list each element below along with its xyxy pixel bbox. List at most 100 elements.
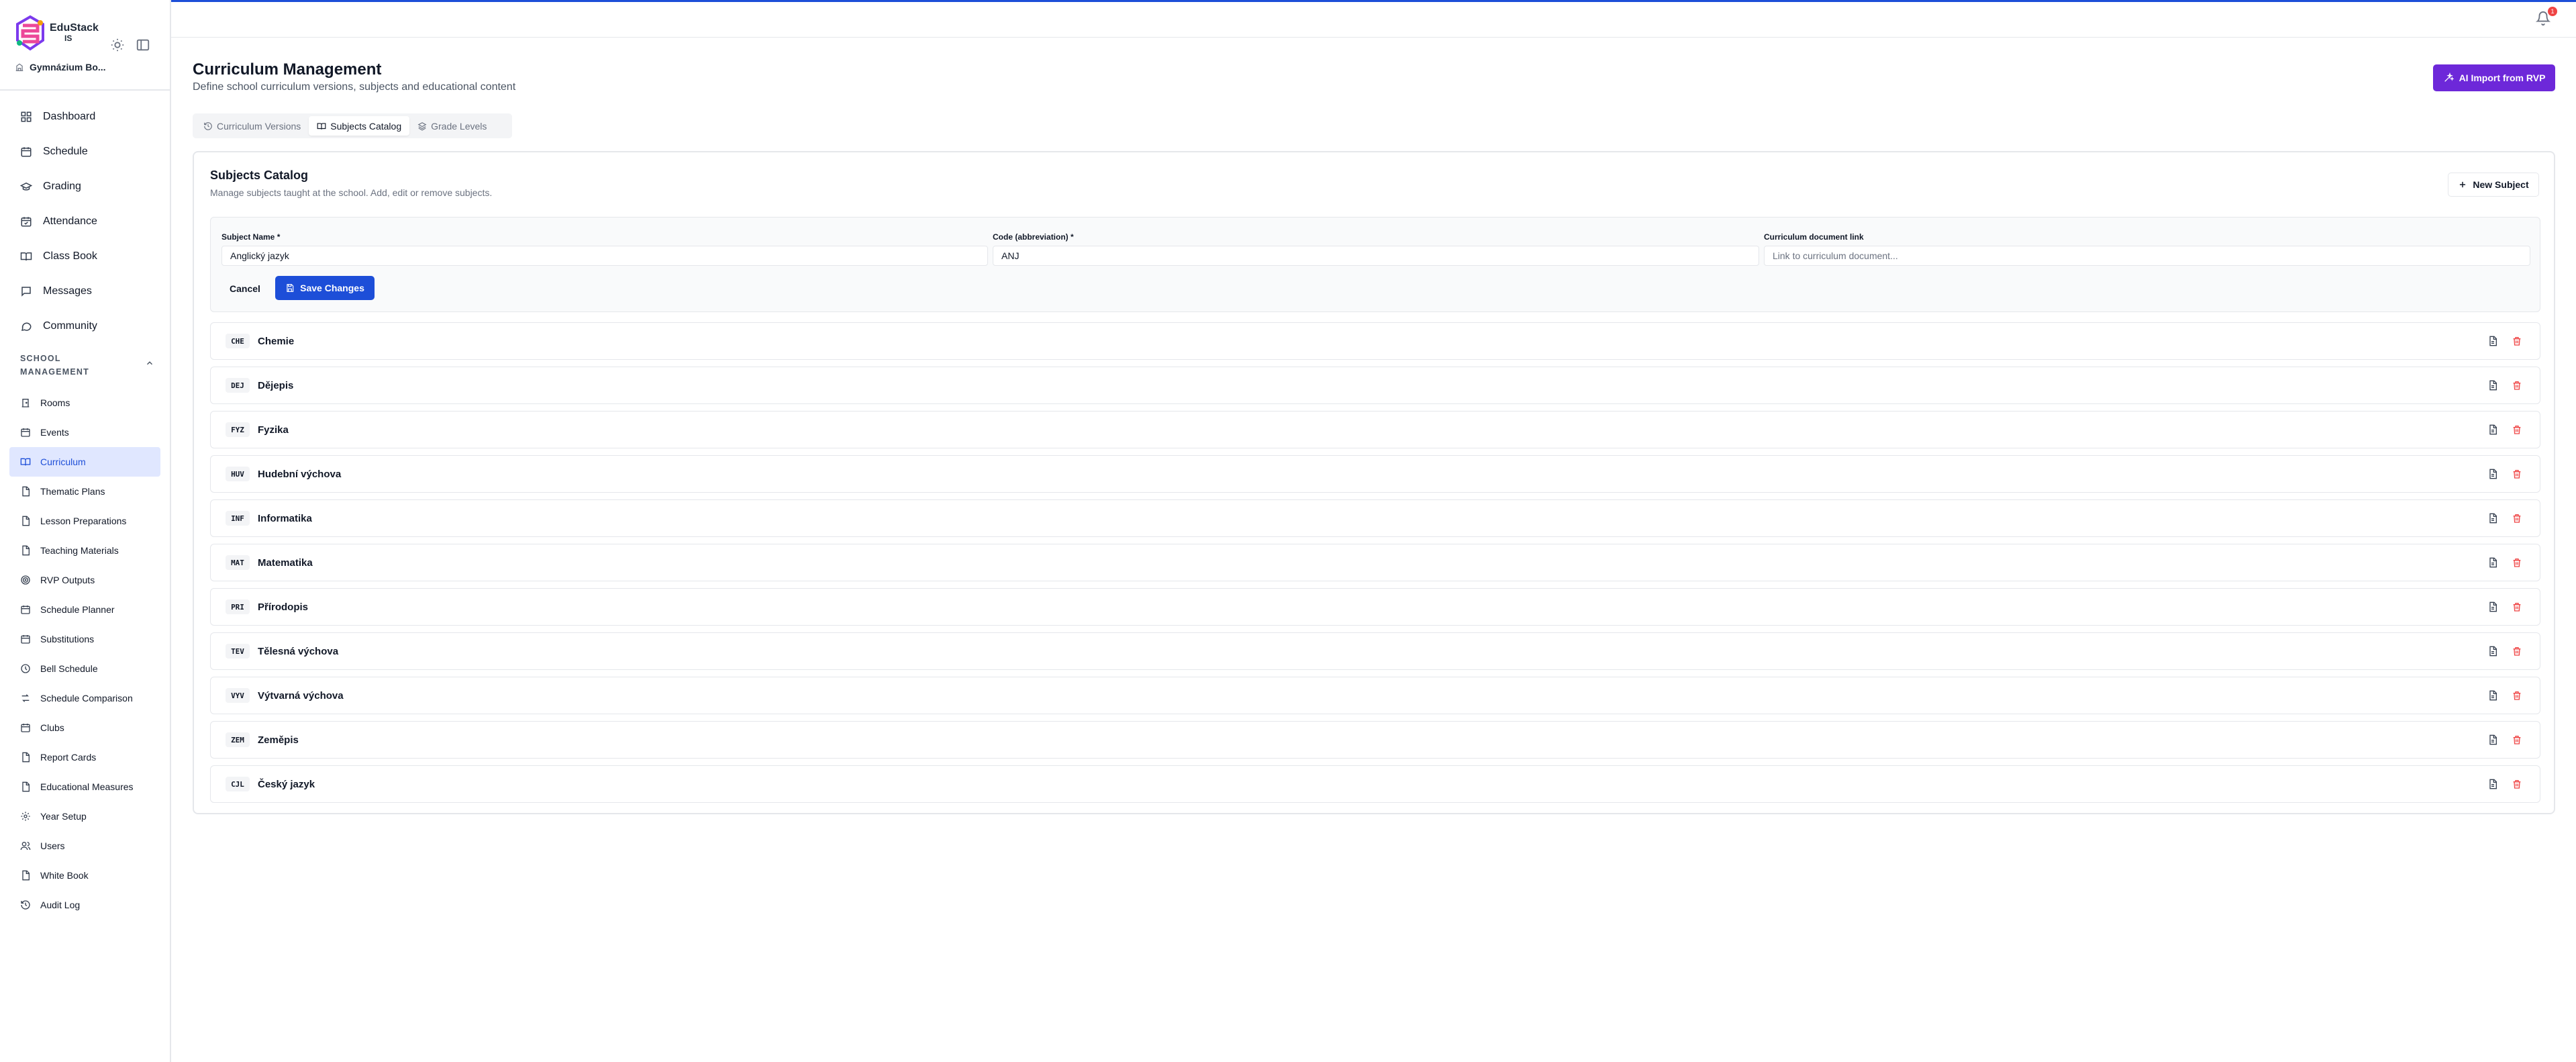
file-icon: [22, 516, 30, 526]
nav-item-bell-schedule[interactable]: Bell Schedule: [9, 654, 160, 683]
trash-icon[interactable]: [2512, 513, 2522, 524]
subject-code-badge: FYZ: [226, 422, 250, 437]
nav-item-year-setup[interactable]: Year Setup: [9, 802, 160, 831]
trash-icon[interactable]: [2512, 779, 2522, 789]
nav-item-label: Schedule Comparison: [40, 693, 133, 704]
nav-item-label: RVP Outputs: [40, 575, 95, 585]
file-icon: [22, 781, 30, 792]
nav-item-schedule-comparison[interactable]: Schedule Comparison: [9, 683, 160, 713]
subject-name-input[interactable]: Anglický jazyk: [221, 246, 988, 266]
curriculum-link-label: Curriculum document link: [1764, 232, 1864, 242]
nav-item-users[interactable]: Users: [9, 831, 160, 861]
catalog-title: Subjects Catalog: [210, 168, 309, 182]
nav-item-label: White Book: [40, 870, 89, 881]
nav-item-label: Curriculum: [40, 456, 86, 467]
subject-row[interactable]: HUV Hudební výchova: [210, 455, 2540, 493]
document-icon[interactable]: [2487, 336, 2498, 346]
nav-item-messages[interactable]: Messages: [9, 274, 160, 309]
nav-item-lesson-preparations[interactable]: Lesson Preparations: [9, 506, 160, 536]
document-icon[interactable]: [2487, 557, 2498, 568]
calendar-icon: [21, 147, 32, 157]
trash-icon[interactable]: [2512, 380, 2522, 391]
document-icon[interactable]: [2487, 779, 2498, 789]
nav-item-rvp-outputs[interactable]: RVP Outputs: [9, 565, 160, 595]
tab-curriculum-versions[interactable]: Curriculum Versions: [195, 116, 309, 136]
nav-item-report-cards[interactable]: Report Cards: [9, 742, 160, 772]
subject-row[interactable]: TEV Tělesná výchova: [210, 632, 2540, 670]
nav-item-white-book[interactable]: White Book: [9, 861, 160, 890]
nav-item-label: Substitutions: [40, 634, 95, 644]
nav-item-label: Community: [43, 320, 97, 332]
clock-icon: [21, 664, 30, 673]
sparkles-icon: [2444, 73, 2454, 82]
nav-item-substitutions[interactable]: Substitutions: [9, 624, 160, 654]
subject-name: Dějepis: [258, 379, 294, 391]
nav-item-class-book[interactable]: Class Book: [9, 239, 160, 274]
subject-row[interactable]: DEJ Dějepis: [210, 367, 2540, 404]
subject-row[interactable]: ZEM Zeměpis: [210, 721, 2540, 759]
logo[interactable]: EduStack IS: [13, 15, 99, 51]
cancel-button[interactable]: Cancel: [221, 277, 268, 301]
subject-row[interactable]: VYV Výtvarná výchova: [210, 677, 2540, 714]
nav-item-schedule-planner[interactable]: Schedule Planner: [9, 595, 160, 624]
nav-item-rooms[interactable]: Rooms: [9, 388, 160, 418]
trash-icon[interactable]: [2512, 557, 2522, 568]
top-progress-line: [171, 0, 2576, 2]
document-icon[interactable]: [2487, 690, 2498, 701]
document-icon[interactable]: [2487, 424, 2498, 435]
nav-item-audit-log[interactable]: Audit Log: [9, 890, 160, 920]
nav-item-community[interactable]: Community: [9, 309, 160, 344]
tab-bar: Curriculum Versions Subjects Catalog Gra…: [193, 113, 512, 138]
tab-subjects-catalog[interactable]: Subjects Catalog: [309, 116, 410, 136]
nav-item-label: Events: [40, 427, 69, 438]
nav-item-label: Rooms: [40, 397, 70, 408]
subject-row[interactable]: PRI Přírodopis: [210, 588, 2540, 626]
trash-icon[interactable]: [2512, 424, 2522, 435]
ai-import-button[interactable]: AI Import from RVP: [2433, 64, 2555, 91]
subject-code-input[interactable]: ANJ: [993, 246, 1759, 266]
document-icon[interactable]: [2487, 469, 2498, 479]
document-icon[interactable]: [2487, 646, 2498, 657]
school-selector[interactable]: Gymnázium Bo...: [15, 62, 106, 73]
section-school-management[interactable]: SCHOOL MANAGEMENT: [20, 352, 154, 379]
nav-item-dashboard[interactable]: Dashboard: [9, 99, 160, 134]
curriculum-link-input[interactable]: Link to curriculum document...: [1764, 246, 2530, 266]
nav-item-curriculum[interactable]: Curriculum: [9, 447, 160, 477]
new-subject-button[interactable]: New Subject: [2448, 173, 2539, 197]
subject-row[interactable]: MAT Matematika: [210, 544, 2540, 581]
nav-item-attendance[interactable]: Attendance: [9, 204, 160, 239]
nav-item-teaching-materials[interactable]: Teaching Materials: [9, 536, 160, 565]
trash-icon[interactable]: [2512, 690, 2522, 701]
subject-row[interactable]: CHE Chemie: [210, 322, 2540, 360]
trash-icon[interactable]: [2512, 336, 2522, 346]
sun-icon[interactable]: [110, 38, 125, 52]
document-icon[interactable]: [2487, 601, 2498, 612]
tab-grade-levels[interactable]: Grade Levels: [409, 116, 495, 136]
subject-row[interactable]: INF Informatika: [210, 499, 2540, 537]
subject-row[interactable]: CJL Český jazyk: [210, 765, 2540, 803]
trash-icon[interactable]: [2512, 734, 2522, 745]
nav-item-clubs[interactable]: Clubs: [9, 713, 160, 742]
subject-row[interactable]: FYZ Fyzika: [210, 411, 2540, 448]
document-icon[interactable]: [2487, 513, 2498, 524]
trash-icon[interactable]: [2512, 469, 2522, 479]
nav-item-educational-measures[interactable]: Educational Measures: [9, 772, 160, 802]
nav-item-thematic-plans[interactable]: Thematic Plans: [9, 477, 160, 506]
logo-subtitle: IS: [64, 34, 72, 44]
save-changes-label: Save Changes: [300, 283, 364, 293]
trash-icon[interactable]: [2512, 601, 2522, 612]
save-changes-button[interactable]: Save Changes: [275, 276, 375, 300]
file-icon: [22, 486, 30, 497]
nav-item-label: Class Book: [43, 250, 97, 262]
subject-name: Výtvarná výchova: [258, 689, 344, 702]
document-icon[interactable]: [2487, 380, 2498, 391]
nav-item-grading[interactable]: Grading: [9, 169, 160, 204]
tab-label: Subjects Catalog: [330, 120, 402, 132]
nav-item-label: Teaching Materials: [40, 545, 119, 556]
nav-item-events[interactable]: Events: [9, 418, 160, 447]
nav-item-schedule[interactable]: Schedule: [9, 134, 160, 169]
sidebar-toggle-icon[interactable]: [136, 38, 150, 52]
trash-icon[interactable]: [2512, 646, 2522, 657]
document-icon[interactable]: [2487, 734, 2498, 745]
book-open-icon: [20, 458, 31, 466]
